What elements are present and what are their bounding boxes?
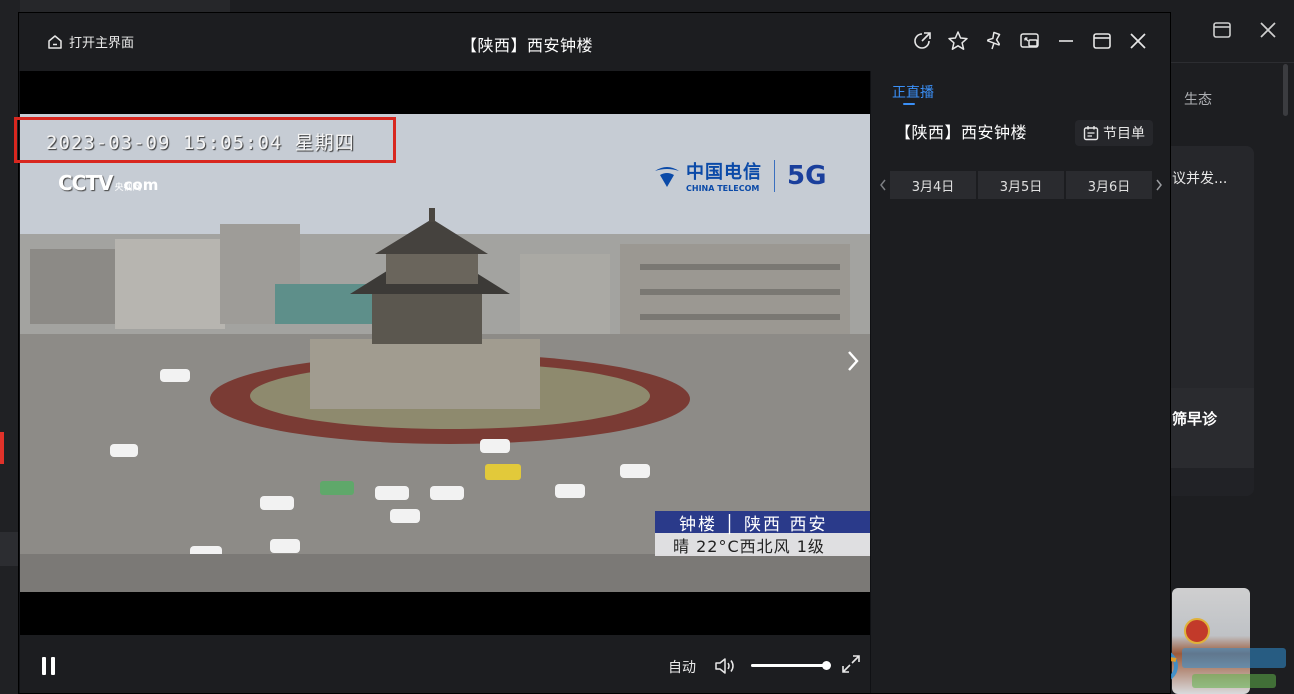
date-prev-button[interactable] — [877, 171, 889, 199]
pause-icon — [42, 657, 55, 675]
player-controls: 自动 — [20, 635, 870, 693]
bg-news-card[interactable]: 议并发... 筛早诊 — [1170, 146, 1254, 496]
desktop: 生态 议并发... 筛早诊 打开主界面 【陕西】西安钟楼 2023-03-09 … — [0, 0, 1294, 694]
schedule-button[interactable]: 节目单 — [1075, 120, 1153, 146]
fullscreen-icon — [842, 655, 860, 673]
chevron-right-icon — [848, 351, 859, 371]
bg-card-headline: 议并发... — [1172, 171, 1228, 187]
player-titlebar: 打开主界面 【陕西】西安钟楼 — [19, 13, 1170, 71]
bg-scrollbar[interactable] — [1283, 64, 1288, 116]
pause-button[interactable] — [38, 655, 60, 677]
channel-side-panel: 正直播 【陕西】西安钟楼 节目单 3月4日 3月5日 3月6日 — [871, 71, 1170, 693]
location-line: 钟楼 │ 陕西 西安 — [655, 511, 870, 535]
volume-fill — [751, 664, 826, 667]
player-window: 打开主界面 【陕西】西安钟楼 2023-03-09 15:05:04 星期四 C… — [18, 12, 1171, 694]
close-icon[interactable] — [1126, 29, 1150, 53]
cctv-logo: CCTV 央视网 com — [58, 171, 159, 195]
date-tab-2[interactable]: 3月6日 — [1066, 171, 1152, 199]
location-weather-overlay: 钟楼 │ 陕西 西安 晴 22°C西北风 1级 — [655, 511, 870, 556]
china-telecom-logo: 中国电信 CHINA TELECOM 5G — [652, 158, 826, 193]
pin-icon[interactable] — [982, 29, 1006, 53]
next-channel-button[interactable] — [840, 341, 866, 381]
bg-app-sidebar — [0, 0, 20, 694]
bg-maximize-icon[interactable] — [1210, 18, 1234, 42]
volume-slider[interactable] — [751, 661, 831, 670]
tab-live[interactable]: 正直播 — [892, 82, 934, 102]
volume-button[interactable] — [713, 654, 737, 678]
bg-window-controls — [1210, 18, 1280, 42]
window-title: 【陕西】西安钟楼 — [460, 36, 593, 55]
bg-close-icon[interactable] — [1256, 18, 1280, 42]
bg-sidebar-item[interactable] — [0, 532, 20, 566]
channel-name: 【陕西】西安钟楼 — [895, 123, 1028, 142]
schedule-label: 节目单 — [1103, 126, 1145, 142]
titlebar-actions — [910, 29, 1150, 53]
calendar-icon — [1083, 126, 1099, 141]
bg-nav-item-ecology[interactable]: 生态 — [1184, 89, 1212, 109]
picture-in-picture-icon[interactable] — [1018, 29, 1042, 53]
volume-handle[interactable] — [822, 661, 831, 670]
date-tab-1[interactable]: 3月5日 — [978, 171, 1064, 199]
telecom-emblem-icon — [655, 166, 679, 187]
minimize-icon[interactable] — [1054, 29, 1078, 53]
weather-line: 晴 22°C西北风 1级 — [655, 533, 870, 556]
bg-card-title: 筛早诊 — [1172, 410, 1218, 428]
5g-logo: 5G — [787, 160, 827, 191]
date-next-button[interactable] — [1153, 171, 1165, 199]
bg-app-topbar — [0, 0, 230, 12]
date-tab-0[interactable]: 3月4日 — [890, 171, 976, 199]
star-icon[interactable] — [946, 29, 970, 53]
share-icon[interactable] — [910, 29, 934, 53]
date-tabs: 3月4日 3月5日 3月6日 — [877, 171, 1167, 199]
bg-sidebar-active-marker — [0, 432, 4, 464]
bg-card-footer — [1170, 468, 1254, 496]
timestamp-highlight-box — [14, 117, 396, 163]
bg-divider — [1170, 62, 1294, 63]
quality-selector[interactable]: 自动 — [668, 657, 696, 677]
maximize-icon[interactable] — [1090, 29, 1114, 53]
live-video-frame: 2023-03-09 15:05:04 星期四 CCTV 央视网 com 中国电… — [20, 114, 870, 592]
chevron-left-icon — [880, 179, 886, 191]
fullscreen-button[interactable] — [840, 653, 864, 677]
speaker-icon — [715, 658, 734, 674]
tab-active-indicator — [903, 103, 915, 105]
chevron-right-icon — [1156, 179, 1162, 191]
